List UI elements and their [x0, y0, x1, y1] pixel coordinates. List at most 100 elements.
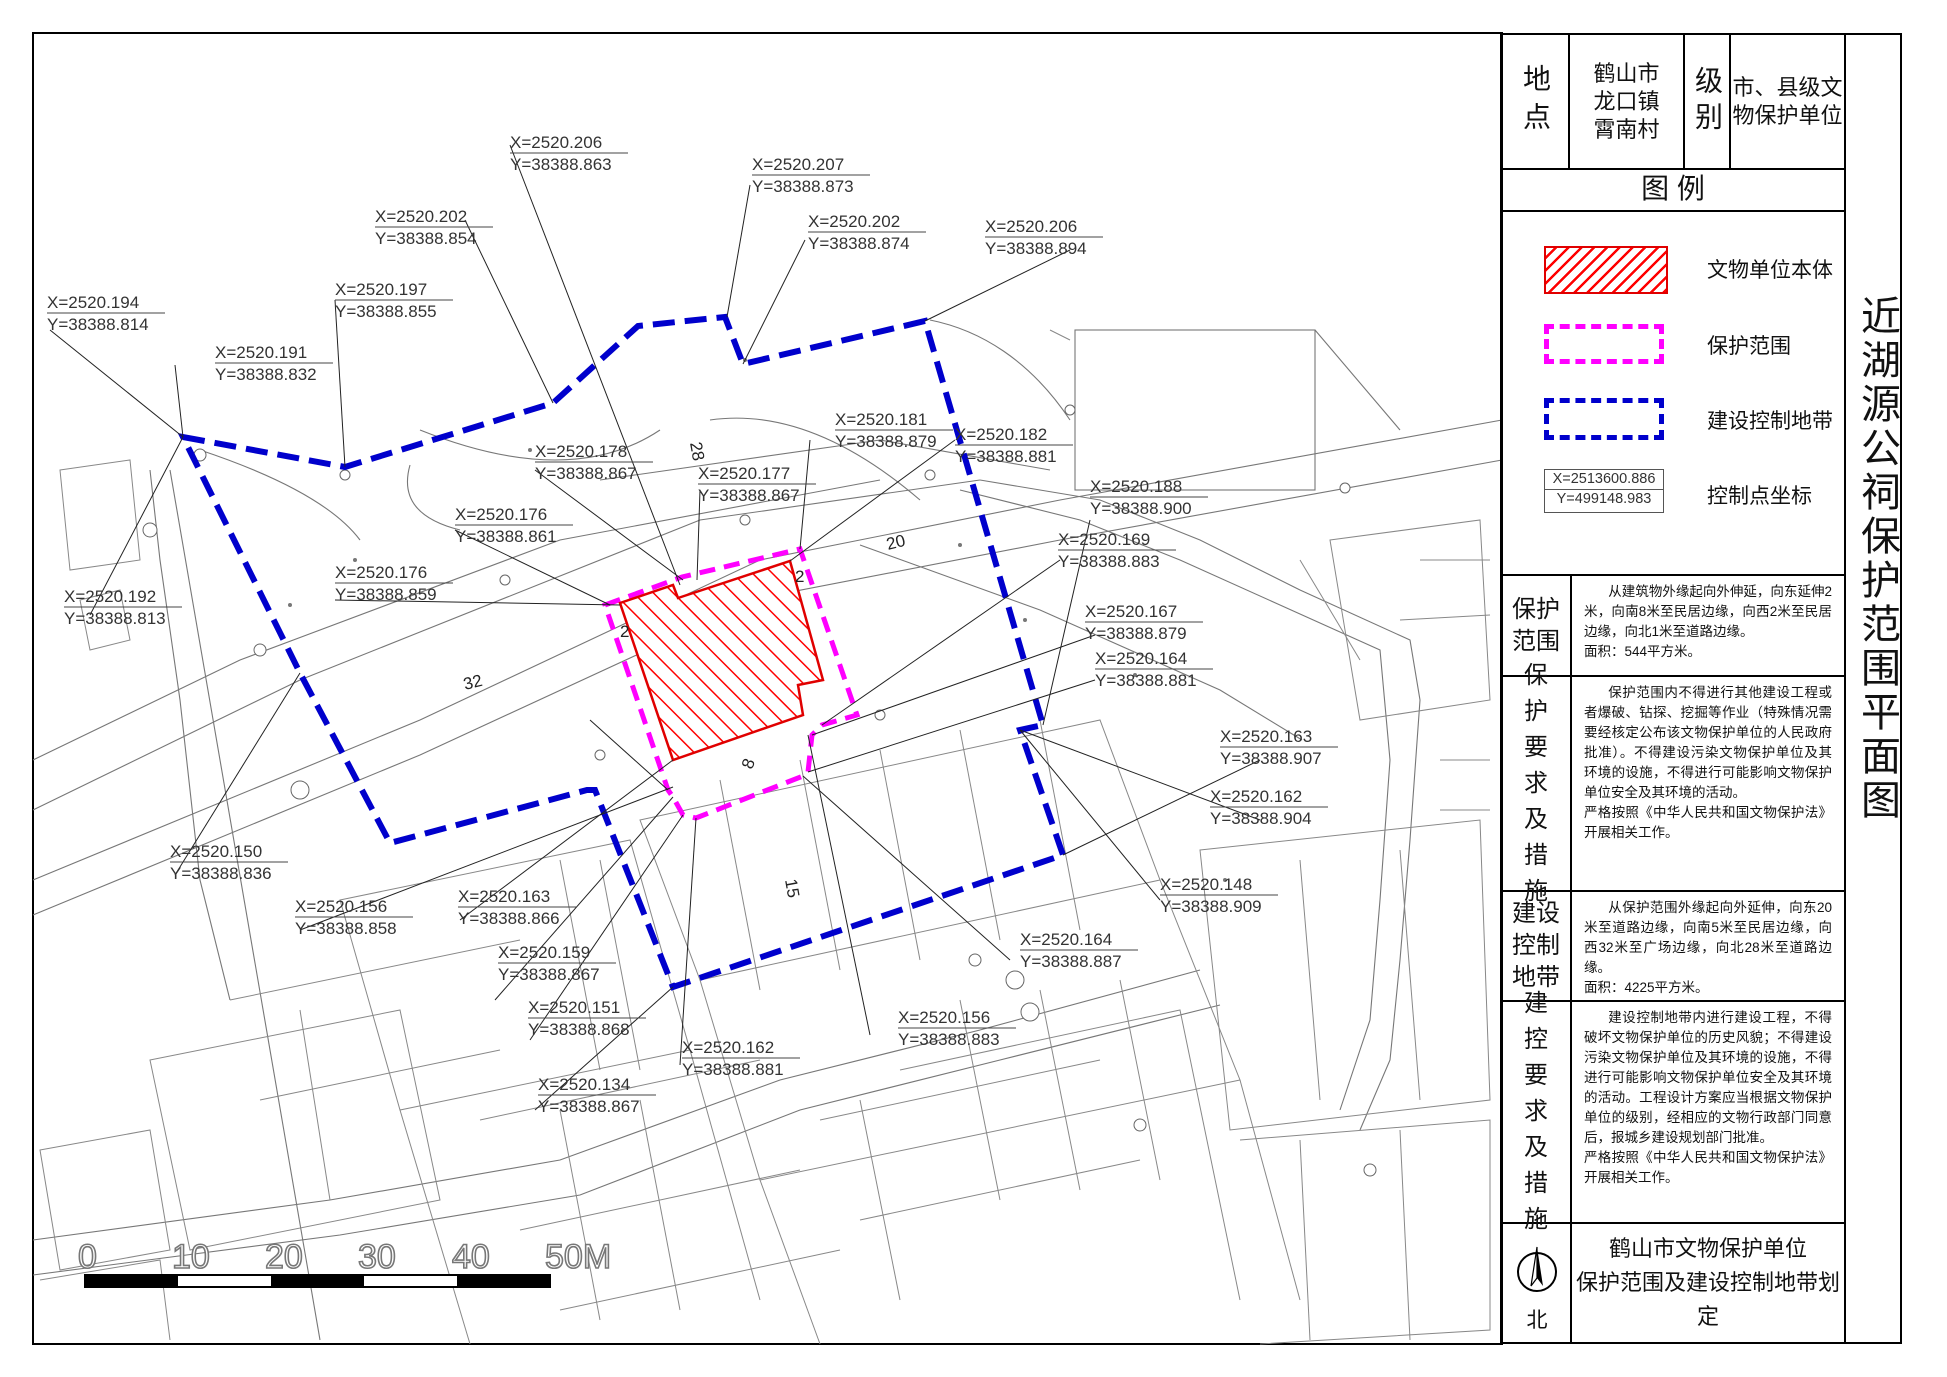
- legend-label-heritage: 文物单位本体: [1707, 259, 1833, 282]
- coordinate-x-label: X=2520.202: [375, 207, 467, 226]
- info-panel: 地点 鹤山市 龙口镇 霄南村 级别 市、县级文 物保护单位 图 例 文物单位本体…: [1500, 33, 1846, 1344]
- dim-east-small: 2: [795, 567, 804, 586]
- coordinate-x-label: X=2520.134: [538, 1075, 630, 1094]
- coordinate-x-label: X=2520.177: [698, 464, 790, 483]
- coordinate-x-label: X=2520.162: [682, 1038, 774, 1057]
- location-label-cell: 地点: [1502, 35, 1570, 170]
- level-label: 级别: [1692, 65, 1723, 138]
- legend-swatch-protection: [1544, 324, 1664, 364]
- section-header-protection-range: 保护范围: [1512, 595, 1560, 655]
- dim-south-2: 15: [781, 877, 803, 899]
- coordinate-x-label: X=2520.181: [835, 410, 927, 429]
- coordinate-x-label: X=2520.164: [1095, 649, 1187, 668]
- coordinate-y-label: Y=38388.854: [375, 229, 477, 248]
- dim-north: 28: [686, 440, 708, 462]
- coordinate-y-label: Y=38388.863: [510, 155, 612, 174]
- coordinate-y-label: Y=38388.867: [498, 965, 600, 984]
- coordinate-y-label: Y=38388.900: [1090, 499, 1192, 518]
- scale-label-10: 10: [172, 1238, 210, 1276]
- coordinate-x-label: X=2520.163: [458, 887, 550, 906]
- legend-swatch-coordinate: X=2513600.886 Y=499148.983: [1544, 469, 1664, 513]
- coordinate-y-label: Y=38388.868: [528, 1020, 630, 1039]
- coordinate-x-label: X=2520.159: [498, 943, 590, 962]
- legend-body: 文物单位本体 保护范围 建设控制地带 X=2513600.886 Y=49914…: [1502, 212, 1844, 576]
- coordinate-y-label: Y=38388.907: [1220, 749, 1322, 768]
- coordinate-x-label: X=2520.163: [1220, 727, 1312, 746]
- coordinate-x-label: X=2520.169: [1058, 530, 1150, 549]
- north-label: 北: [1526, 1309, 1548, 1332]
- coordinate-y-label: Y=38388.836: [170, 864, 272, 883]
- section-header-cell-1: 保护要求及措施: [1502, 662, 1572, 905]
- level-label-cell: 级别: [1685, 35, 1731, 170]
- coordinate-x-label: X=2520.207: [752, 155, 844, 174]
- coordinate-x-label: X=2520.176: [335, 563, 427, 582]
- section-text-protection-requirements: 保护范围内不得进行其他建设工程或者爆破、钻探、挖掘等作业（特殊情况需要经核定公布…: [1572, 677, 1844, 892]
- section-header-cell-3: 建控要求及措施: [1502, 990, 1572, 1233]
- coordinate-x-label: X=2520.197: [335, 280, 427, 299]
- coordinate-y-label: Y=38388.881: [1095, 671, 1197, 690]
- coordinate-x-label: X=2520.202: [808, 212, 900, 231]
- scale-label-0: 0: [78, 1238, 97, 1276]
- section-text-control-zone: 从保护范围外缘起向外延伸，向东20米至道路边缘，向南5米至民居边缘，向西32米至…: [1572, 892, 1844, 1002]
- coordinate-y-label: Y=38388.855: [335, 302, 437, 321]
- coordinate-x-label: X=2520.188: [1090, 477, 1182, 496]
- legend-swatch-heritage: [1544, 246, 1668, 294]
- coordinate-y-label: Y=38388.879: [1085, 624, 1187, 643]
- coordinate-y-label: Y=38388.873: [752, 177, 854, 196]
- legend-sample-y: Y=499148.983: [1556, 491, 1652, 507]
- coordinate-y-label: Y=38388.867: [535, 464, 637, 483]
- coordinate-x-label: X=2520.164: [1020, 930, 1112, 949]
- title-column: 近湖源公祠保护范围平面图: [1846, 33, 1902, 1344]
- coordinate-y-label: Y=38388.867: [698, 486, 800, 505]
- section-header-control-zone: 建设控制地带: [1512, 900, 1560, 991]
- coordinate-x-label: X=2520.176: [455, 505, 547, 524]
- level-value: 市、县级文 物保护单位: [1731, 35, 1844, 170]
- map-title: 近湖源公祠保护范围平面图: [1855, 295, 1899, 823]
- coordinate-x-label: X=2520.148: [1160, 875, 1252, 894]
- coordinate-y-label: Y=38388.904: [1210, 809, 1312, 828]
- footer-title: 鹤山市文物保护单位 保护范围及建设控制地带划定: [1575, 1236, 1840, 1329]
- coordinate-y-label: Y=38388.887: [1020, 952, 1122, 971]
- coordinate-x-label: X=2520.162: [1210, 787, 1302, 806]
- coordinate-y-label: Y=38388.874: [808, 234, 910, 253]
- legend-title: 图 例: [1502, 170, 1844, 212]
- coordinate-y-label: Y=38388.813: [64, 609, 166, 628]
- coordinate-y-label: Y=38388.859: [335, 585, 437, 604]
- coordinate-y-label: Y=38388.867: [538, 1097, 640, 1116]
- section-header-protection-requirements: 保护要求及措施: [1524, 661, 1548, 905]
- coordinate-x-label: X=2520.182: [955, 425, 1047, 444]
- coordinate-x-label: X=2520.156: [898, 1008, 990, 1027]
- legend-label-protection: 保护范围: [1707, 335, 1791, 358]
- coordinate-y-label: Y=38388.858: [295, 919, 397, 938]
- coordinate-x-label: X=2520.150: [170, 842, 262, 861]
- coordinate-x-label: X=2520.191: [215, 343, 307, 362]
- legend-swatch-control: [1544, 398, 1664, 440]
- legend-label-control: 建设控制地带: [1707, 410, 1833, 433]
- coordinate-x-label: X=2520.192: [64, 587, 156, 606]
- coordinate-x-label: X=2520.178: [535, 442, 627, 461]
- coordinate-y-label: Y=38388.881: [682, 1060, 784, 1079]
- location-label: 地点: [1520, 63, 1551, 140]
- coordinate-y-label: Y=38388.909: [1160, 897, 1262, 916]
- coordinate-y-label: Y=38388.866: [458, 909, 560, 928]
- scale-label-50: 50M: [545, 1238, 611, 1276]
- coordinate-y-label: Y=38388.881: [955, 447, 1057, 466]
- section-header-control-requirements: 建控要求及措施: [1524, 990, 1548, 1233]
- coordinate-y-label: Y=38388.883: [1058, 552, 1160, 571]
- coordinate-y-label: Y=38388.832: [215, 365, 317, 384]
- coordinate-x-label: X=2520.167: [1085, 602, 1177, 621]
- coordinate-x-label: X=2520.206: [985, 217, 1077, 236]
- coordinate-x-label: X=2520.151: [528, 998, 620, 1017]
- north-arrow-cell: 北: [1502, 1224, 1572, 1342]
- coordinate-y-label: Y=38388.883: [898, 1030, 1000, 1049]
- legend-sample-x: X=2513600.886: [1545, 470, 1663, 490]
- coordinate-x-label: X=2520.194: [47, 293, 139, 312]
- coordinate-y-label: Y=38388.879: [835, 432, 937, 451]
- location-value: 鹤山市 龙口镇 霄南村: [1570, 35, 1685, 170]
- coordinate-y-label: Y=38388.814: [47, 315, 149, 334]
- coordinate-x-label: X=2520.206: [510, 133, 602, 152]
- section-text-protection-range: 从建筑物外缘起向外伸延，向东延伸2米，向南8米至民居边缘，向西2米至民居边缘，向…: [1572, 576, 1844, 677]
- section-text-control-requirements: 建设控制地带内进行建设工程，不得破坏文物保护单位的历史风貌；不得建设污染文物保护…: [1572, 1002, 1844, 1224]
- coordinate-y-label: Y=38388.861: [455, 527, 557, 546]
- scale-label-30: 30: [358, 1238, 396, 1276]
